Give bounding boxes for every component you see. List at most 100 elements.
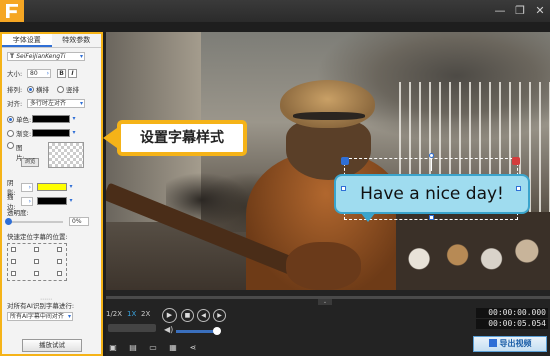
stop-button[interactable]: ■: [181, 309, 194, 322]
chevron-down-icon[interactable]: ▾: [67, 197, 75, 205]
rotate-handle[interactable]: [429, 153, 434, 158]
size-value: 80: [30, 69, 38, 77]
browse-button[interactable]: 浏览: [21, 158, 39, 167]
caption-delete-icon[interactable]: [512, 157, 520, 165]
chevron-down-icon[interactable]: ▾: [70, 129, 78, 137]
next-frame-button[interactable]: ▶: [213, 309, 226, 322]
image-preview: [48, 142, 84, 168]
current-time: 00:00:00.000: [476, 308, 548, 318]
align-row: 对齐: 多行时左对齐 ▾: [7, 98, 85, 108]
play-button[interactable]: ▶: [162, 308, 177, 323]
opacity-label-row: 透明度:: [7, 207, 29, 217]
position-center[interactable]: [34, 259, 39, 264]
position-bottom-center[interactable]: [34, 271, 39, 276]
panel-tabs: 字体设置 特效参数: [2, 34, 101, 48]
layout-row: 排列: 横排 竖排: [7, 84, 79, 94]
position-middle-right[interactable]: [57, 259, 62, 264]
image-radio[interactable]: [7, 142, 14, 149]
chevron-down-icon[interactable]: ▾: [70, 115, 78, 123]
size-input[interactable]: 80 ›: [27, 68, 51, 78]
mini-seek-bar[interactable]: [108, 324, 156, 332]
chevron-right-icon: ›: [46, 69, 49, 77]
solid-label: 单色:: [16, 116, 32, 124]
italic-button[interactable]: I: [68, 68, 77, 78]
bold-button[interactable]: B: [57, 68, 66, 78]
opacity-input[interactable]: 0%: [69, 217, 89, 226]
ai-label: 对所有AI识别字幕进行:: [7, 302, 75, 310]
ai-select[interactable]: 所有AI字幕中间对齐 ▾: [7, 312, 73, 321]
caption-bubble[interactable]: Have a nice day!: [334, 174, 530, 214]
ai-label-row: 对所有AI识别字幕进行:: [7, 300, 74, 310]
share-icon[interactable]: ⋖: [188, 343, 198, 353]
position-label: 快速定位字幕的位置:: [7, 233, 68, 241]
save-as-icon[interactable]: ▤: [128, 343, 138, 353]
position-middle-left[interactable]: [11, 259, 16, 264]
vertical-radio[interactable]: [57, 85, 64, 93]
stroke-size-input[interactable]: ›: [21, 196, 33, 206]
caption-edit-icon[interactable]: [341, 157, 349, 165]
opacity-label: 透明度:: [7, 209, 29, 217]
resize-handle-bottom[interactable]: [429, 215, 434, 220]
gradient-radio[interactable]: [7, 129, 14, 137]
align-value: 多行时左对齐: [30, 99, 67, 107]
save-icon[interactable]: ▣: [108, 343, 118, 353]
font-select[interactable]: T SeiFeiJianKengTi ▾: [7, 52, 85, 61]
tab-font-settings[interactable]: 字体设置: [2, 34, 52, 47]
minimize-button[interactable]: —: [493, 4, 507, 18]
close-button[interactable]: ✕: [533, 4, 547, 18]
browse-row: 浏览: [21, 158, 39, 167]
gradient-color-swatch[interactable]: [32, 129, 70, 137]
app-logo: [0, 0, 24, 22]
export-icon: [488, 339, 497, 347]
resize-handle-left[interactable]: [341, 186, 346, 191]
position-label-row: 快速定位字幕的位置:: [7, 231, 68, 241]
callout-label: 设置字幕样式: [117, 120, 247, 156]
opacity-slider[interactable]: [5, 217, 63, 225]
ai-row: 所有AI字幕中间对齐 ▾: [7, 312, 73, 321]
position-top-center[interactable]: [34, 247, 39, 252]
resize-handle-right[interactable]: [516, 186, 521, 191]
scene-person-hatband: [293, 112, 365, 120]
size-row: 大小: 80 › B I: [7, 68, 77, 78]
title-bar: — ❐ ✕: [0, 0, 550, 22]
position-bottom-right[interactable]: [57, 271, 62, 276]
export-video-button[interactable]: 导出视频: [473, 336, 547, 352]
volume-icon[interactable]: ◀): [164, 325, 173, 334]
position-top-left[interactable]: [11, 247, 16, 252]
collapse-toggle[interactable]: ⌄: [318, 299, 332, 305]
total-time: 00:00:05.054: [476, 319, 548, 329]
position-top-right[interactable]: [57, 247, 62, 252]
snapshot-icon[interactable]: ▦: [168, 343, 178, 353]
solid-radio[interactable]: [7, 115, 14, 123]
caption-bubble-tail: [360, 212, 376, 222]
chevron-right-icon: ›: [28, 197, 31, 205]
export-label: 导出视频: [499, 339, 532, 348]
position-bottom-left[interactable]: [11, 271, 16, 276]
scene-toys: [396, 212, 550, 290]
volume-slider-knob[interactable]: [212, 327, 221, 335]
stroke-color-swatch[interactable]: [37, 197, 67, 205]
apply-button[interactable]: 播放试试: [22, 339, 82, 352]
horizontal-radio[interactable]: [27, 85, 34, 93]
folder-icon[interactable]: ▭: [148, 343, 158, 353]
position-grid: [7, 243, 67, 281]
logo-icon: [6, 4, 18, 18]
solid-color-row: 单色: ▾: [7, 114, 78, 124]
opacity-slider-knob[interactable]: [5, 217, 12, 225]
chevron-down-icon[interactable]: ▾: [67, 183, 75, 191]
speed-1x[interactable]: 1X: [127, 310, 136, 318]
restore-button[interactable]: ❐: [513, 4, 527, 18]
align-label: 对齐:: [7, 100, 23, 108]
align-select[interactable]: 多行时左对齐 ▾: [27, 98, 85, 108]
solid-color-swatch[interactable]: [32, 115, 70, 123]
prev-frame-button[interactable]: ◀: [197, 309, 210, 322]
font-name: SeiFeiJianKengTi: [16, 53, 66, 60]
layout-label: 排列:: [7, 86, 23, 94]
ai-value: 所有AI字幕中间对齐: [10, 313, 64, 320]
tab-effect-params[interactable]: 特效参数: [52, 34, 102, 47]
speed-half[interactable]: 1/2X: [106, 310, 122, 318]
speed-2x[interactable]: 2X: [141, 310, 150, 318]
rotate-line: [431, 157, 432, 171]
volume-slider[interactable]: [176, 330, 217, 333]
shadow-color-swatch[interactable]: [37, 183, 67, 191]
